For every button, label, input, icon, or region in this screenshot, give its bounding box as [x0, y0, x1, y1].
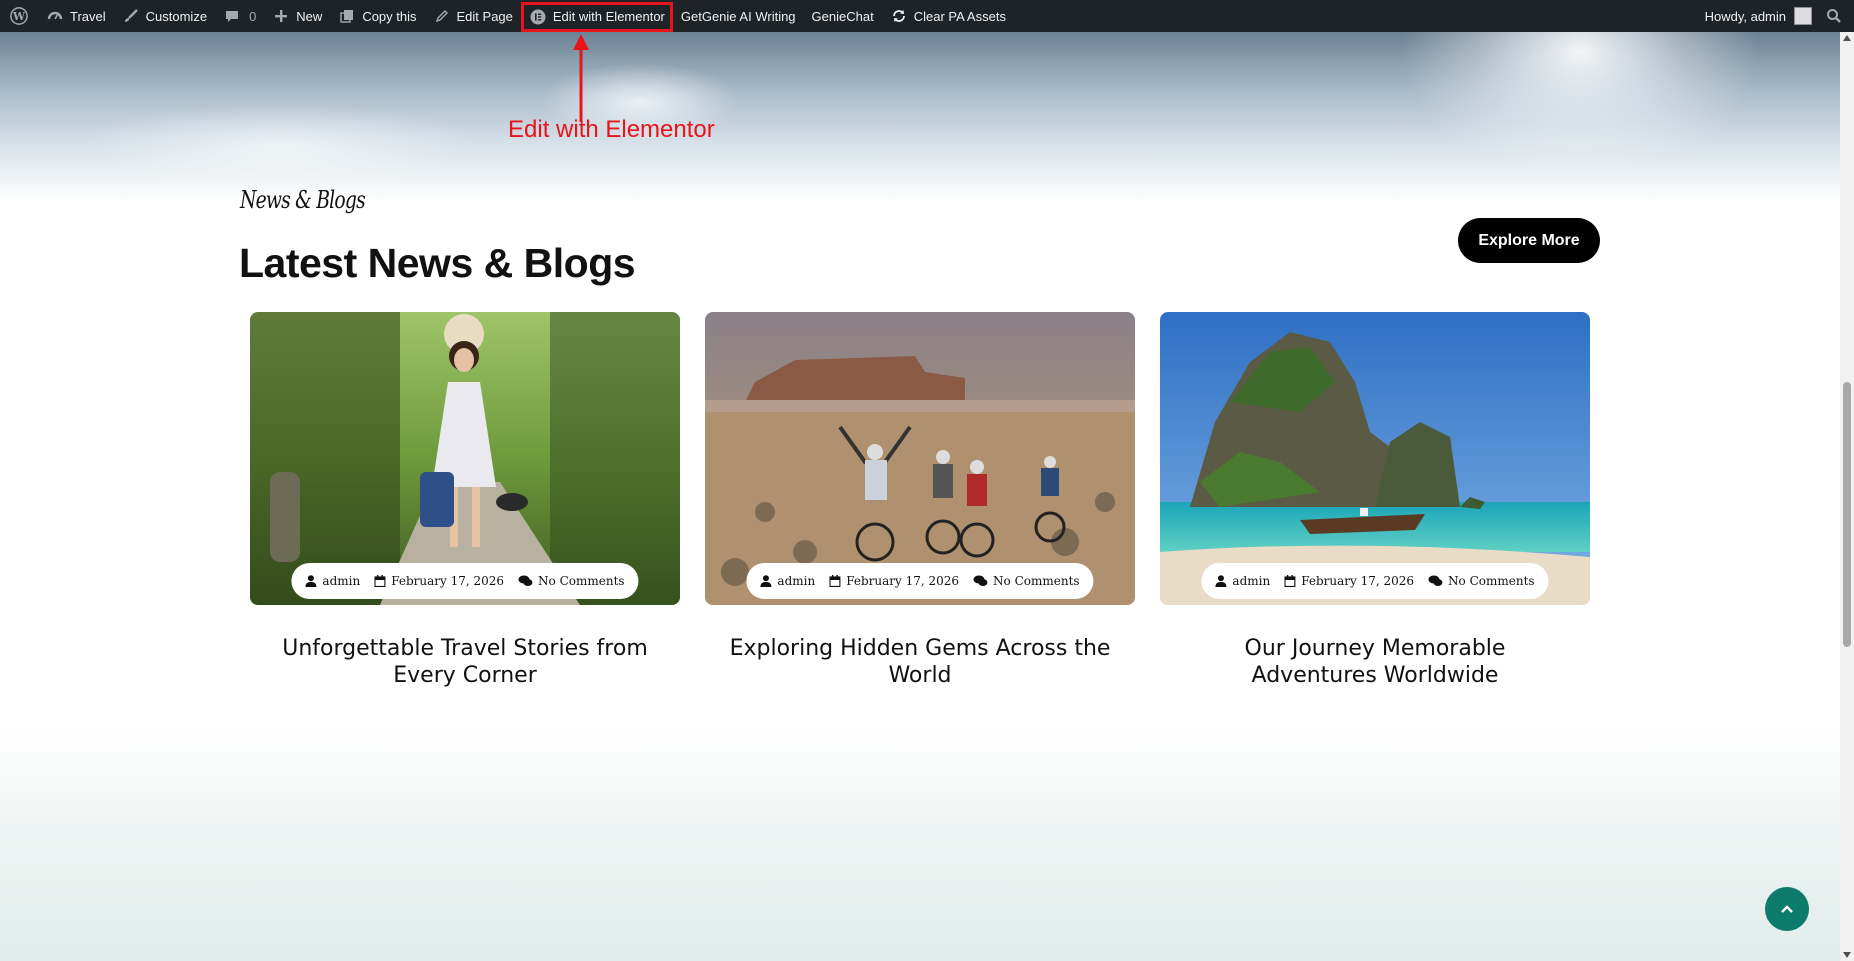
user-icon: [1215, 575, 1227, 587]
clear-pa-assets-link[interactable]: Clear PA Assets: [882, 0, 1014, 32]
wordpress-icon: W: [10, 7, 28, 25]
page-scrollbar[interactable]: [1840, 32, 1854, 961]
new-content-link[interactable]: New: [264, 0, 330, 32]
getgenie-label: GetGenie AI Writing: [680, 8, 796, 24]
customize-label: Customize: [145, 8, 208, 24]
new-label: New: [296, 8, 323, 24]
post-author[interactable]: admin: [1215, 574, 1270, 588]
post-date[interactable]: February 17, 2026: [829, 574, 959, 588]
elementor-icon: [529, 8, 547, 26]
search-icon: [1826, 8, 1842, 24]
comments-icon: [1428, 575, 1443, 587]
howdy-label: Howdy, admin: [1704, 8, 1786, 24]
edit-page-link[interactable]: Edit Page: [425, 0, 521, 32]
post-image-desert-cyclists: [705, 312, 1135, 605]
scroll-up-arrow[interactable]: [1843, 35, 1851, 41]
author-name: admin: [322, 574, 361, 588]
annotation-label: Edit with Elementor: [508, 116, 715, 143]
copy-this-link[interactable]: Copy this: [330, 0, 424, 32]
post-image-woman-path: [250, 312, 680, 605]
customize-link[interactable]: Customize: [114, 0, 215, 32]
blog-card: admin February 17, 2026 No Comments Expl…: [705, 312, 1135, 689]
getgenie-link[interactable]: GetGenie AI Writing: [673, 0, 804, 32]
back-to-top-button[interactable]: [1765, 887, 1809, 931]
copy-icon: [338, 7, 356, 25]
comments-text: No Comments: [993, 574, 1080, 588]
annotation-arrow: [573, 34, 589, 122]
post-comments[interactable]: No Comments: [518, 574, 625, 588]
post-meta: admin February 17, 2026 No Comments: [1201, 563, 1549, 599]
comment-icon: [223, 7, 241, 25]
dashboard-icon: [46, 7, 64, 25]
post-thumbnail[interactable]: admin February 17, 2026 No Comments: [250, 312, 680, 605]
post-comments[interactable]: No Comments: [973, 574, 1080, 588]
cloud: [80, 102, 480, 192]
explore-more-button[interactable]: Explore More: [1458, 218, 1600, 263]
comments-icon: [973, 575, 988, 587]
post-image-island-beach: [1160, 312, 1590, 605]
comments-link[interactable]: 0: [215, 0, 264, 32]
post-date[interactable]: February 17, 2026: [1284, 574, 1414, 588]
date-text: February 17, 2026: [1301, 574, 1415, 588]
lower-background: [0, 730, 1840, 961]
author-name: admin: [777, 574, 816, 588]
geniechat-label: GenieChat: [811, 8, 874, 24]
post-date[interactable]: February 17, 2026: [374, 574, 504, 588]
post-thumbnail[interactable]: admin February 17, 2026 No Comments: [1160, 312, 1590, 605]
comments-text: No Comments: [1448, 574, 1535, 588]
comments-count: 0: [249, 8, 257, 24]
brush-icon: [122, 7, 140, 25]
blog-card: admin February 17, 2026 No Comments Our …: [1160, 312, 1590, 689]
post-title[interactable]: Our Journey Memorable Adventures Worldwi…: [1160, 635, 1590, 689]
calendar-icon: [829, 575, 841, 587]
section-title: Latest News & Blogs: [239, 240, 636, 286]
edit-with-elementor-link[interactable]: Edit with Elementor: [520, 1, 673, 32]
avatar: [1794, 7, 1812, 25]
post-author[interactable]: admin: [305, 574, 360, 588]
pencil-icon: [433, 7, 451, 25]
geniechat-link[interactable]: GenieChat: [804, 0, 882, 32]
site-name-label: Travel: [70, 8, 106, 24]
svg-text:W: W: [12, 10, 26, 23]
admin-bar-right: Howdy, admin: [1697, 0, 1854, 32]
blog-card: admin February 17, 2026 No Comments Unfo…: [250, 312, 680, 689]
wordpress-menu[interactable]: W: [0, 0, 38, 32]
hero-background: [0, 32, 1840, 202]
edit-page-label: Edit Page: [456, 8, 513, 24]
my-account-link[interactable]: Howdy, admin: [1697, 0, 1820, 32]
user-icon: [760, 575, 772, 587]
plus-icon: [272, 7, 290, 25]
post-meta: admin February 17, 2026 No Comments: [291, 563, 639, 599]
scroll-down-arrow[interactable]: [1843, 952, 1851, 958]
admin-search[interactable]: [1820, 0, 1854, 32]
post-comments[interactable]: No Comments: [1428, 574, 1535, 588]
date-text: February 17, 2026: [391, 574, 505, 588]
edit-with-elementor-label: Edit with Elementor: [552, 9, 665, 24]
chevron-up-icon: [1780, 904, 1794, 914]
section-eyebrow: News & Blogs: [240, 186, 366, 214]
copy-this-label: Copy this: [362, 8, 417, 24]
site-name-link[interactable]: Travel: [38, 0, 114, 32]
comments-text: No Comments: [538, 574, 625, 588]
calendar-icon: [374, 575, 386, 587]
refresh-icon: [890, 7, 908, 25]
post-meta: admin February 17, 2026 No Comments: [746, 563, 1094, 599]
calendar-icon: [1284, 575, 1296, 587]
scroll-thumb[interactable]: [1843, 382, 1851, 647]
user-icon: [305, 575, 317, 587]
post-thumbnail[interactable]: admin February 17, 2026 No Comments: [705, 312, 1135, 605]
post-title[interactable]: Unforgettable Travel Stories from Every …: [250, 635, 680, 689]
post-title[interactable]: Exploring Hidden Gems Across the World: [705, 635, 1135, 689]
sun-glow: [1400, 32, 1760, 182]
post-author[interactable]: admin: [760, 574, 815, 588]
author-name: admin: [1232, 574, 1271, 588]
admin-bar: W Travel Customize 0 New Copy this Edit …: [0, 0, 1854, 32]
clear-pa-assets-label: Clear PA Assets: [913, 8, 1006, 24]
date-text: February 17, 2026: [846, 574, 960, 588]
comments-icon: [518, 575, 533, 587]
